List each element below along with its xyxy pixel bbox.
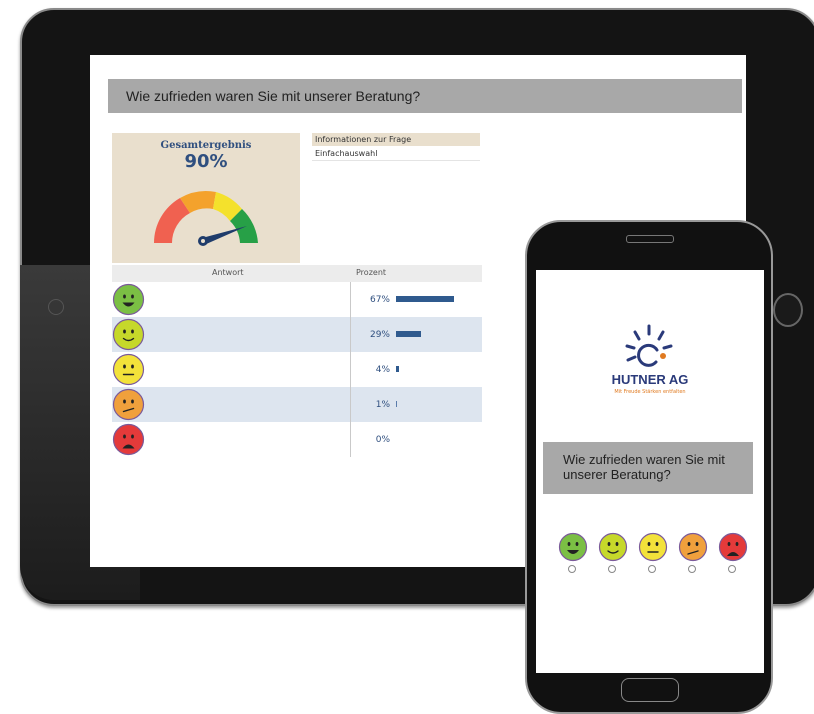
- very-unhappy-face-icon: [112, 423, 145, 456]
- neutral-face-icon: [638, 532, 668, 562]
- rating-radio-button[interactable]: [688, 565, 696, 573]
- table-row: 0%: [112, 422, 482, 457]
- percent-label: 67%: [369, 295, 390, 305]
- satisfaction-gauge: [154, 191, 258, 246]
- phone-home-button[interactable]: [621, 678, 679, 702]
- percent-column-header[interactable]: Prozent: [356, 268, 386, 277]
- percent-bar: [396, 366, 400, 372]
- percent-bar: [396, 296, 454, 302]
- tablet-camera: [48, 299, 64, 315]
- unhappy-face-icon: [678, 532, 708, 562]
- phone-screen: HUTNER AG Mit Freude Stärken entfalten W…: [536, 270, 764, 673]
- table-row: 29%: [112, 317, 482, 352]
- table-row: 4%: [112, 352, 482, 387]
- rating-radio-button[interactable]: [648, 565, 656, 573]
- rating-option[interactable]: [598, 532, 628, 576]
- percent-label: 0%: [375, 435, 390, 445]
- very-happy-face-icon: [558, 532, 588, 562]
- very-happy-face-icon: [112, 283, 145, 316]
- table-row: 1%: [112, 387, 482, 422]
- happy-face-icon: [598, 532, 628, 562]
- percent-label: 1%: [375, 400, 390, 410]
- hutner-logo-icon: [625, 324, 673, 367]
- question-type-value: Einfachauswahl: [312, 147, 480, 161]
- table-row: 67%: [112, 282, 482, 317]
- rating-radio-button[interactable]: [608, 565, 616, 573]
- results-table: Antwort Prozent 67% 29% 4% 1% 0%: [112, 265, 482, 457]
- happy-face-icon: [112, 318, 145, 351]
- rating-option[interactable]: [678, 532, 708, 576]
- rating-options: [558, 532, 758, 582]
- rating-option[interactable]: [638, 532, 668, 576]
- very-unhappy-face-icon: [718, 532, 748, 562]
- rating-radio-button[interactable]: [728, 565, 736, 573]
- question-info-header: Informationen zur Frage: [312, 133, 480, 146]
- company-name: HUTNER AG: [611, 372, 689, 387]
- column-divider: [350, 282, 351, 457]
- neutral-face-icon: [112, 353, 145, 386]
- company-tagline: Mit Freude Stärken entfalten: [614, 389, 686, 395]
- phone-question: Wie zufrieden waren Sie mit unserer Bera…: [543, 442, 753, 494]
- question-header: Wie zufrieden waren Sie mit unserer Bera…: [108, 79, 742, 113]
- overall-result-label: Gesamtergebnis: [160, 140, 252, 151]
- results-table-header: Antwort Prozent: [112, 265, 482, 282]
- unhappy-face-icon: [112, 388, 145, 421]
- percent-label: 29%: [369, 330, 390, 340]
- tablet-home-button[interactable]: [773, 293, 803, 327]
- phone-device: HUTNER AG Mit Freude Stärken entfalten W…: [525, 220, 773, 714]
- answer-column-header[interactable]: Antwort: [212, 268, 244, 277]
- overall-result-panel: Gesamtergebnis 90%: [112, 133, 300, 263]
- rating-option[interactable]: [718, 532, 748, 576]
- rating-option[interactable]: [558, 532, 588, 576]
- percent-label: 4%: [375, 365, 390, 375]
- phone-speaker: [626, 235, 674, 243]
- percent-bar: [396, 401, 397, 407]
- overall-result-value: 90%: [184, 151, 228, 172]
- percent-bar: [396, 331, 422, 337]
- rating-radio-button[interactable]: [568, 565, 576, 573]
